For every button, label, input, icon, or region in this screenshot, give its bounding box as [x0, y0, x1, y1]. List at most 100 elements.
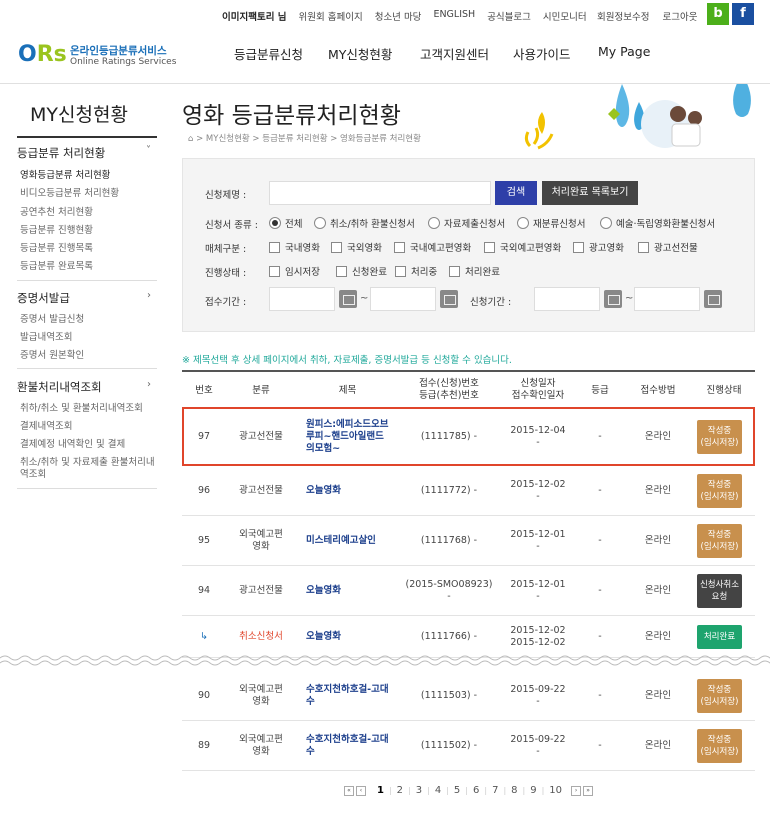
gnb-apply[interactable]: 등급분류신청 [234, 44, 303, 63]
recv-start-input[interactable] [269, 287, 335, 311]
site-logo[interactable]: ORs 온라인등급분류서비스 Online Ratings Services [18, 42, 178, 72]
first-page-button[interactable]: « [344, 785, 354, 796]
media-option[interactable]: 국내예고편영화 [394, 240, 471, 254]
lnb-item-refund[interactable]: 취하/취소 및 환불처리내역조회 [20, 400, 143, 414]
lnb-item-cert-history[interactable]: 발급내역조회 [20, 329, 72, 343]
lnb-item-video[interactable]: 비디오등급분류 처리현황 [20, 185, 119, 199]
th-category: 분류 [252, 385, 270, 396]
lnb-title: MY신청현황 [30, 104, 128, 126]
option-label: 예술·독립영화환불신청서 [616, 219, 716, 230]
lnb-item-progress-list[interactable]: 등급분류 진행목록 [20, 240, 93, 254]
name-input[interactable] [269, 181, 491, 205]
cell-method: 온라인 [644, 740, 672, 751]
lnb-item-perf[interactable]: 공연추천 처리현황 [20, 204, 93, 218]
media-option[interactable]: 광고선전물 [638, 240, 698, 254]
th-title: 제목 [338, 385, 357, 396]
page-number[interactable]: 1 [377, 785, 384, 796]
status-badge[interactable]: 작성중 (임시저장) [697, 679, 742, 713]
calendar-icon[interactable] [440, 290, 458, 308]
monitor-link[interactable]: 시민모니터 [543, 9, 587, 23]
media-option[interactable]: 국외예고편영화 [484, 240, 561, 254]
lnb-section-cert[interactable]: 증명서발급 › [17, 290, 157, 306]
page-number[interactable]: 2 [397, 785, 403, 796]
lnb-section-rating[interactable]: 등급분류 처리현황 ˅ [17, 145, 157, 161]
apply-end-input[interactable] [634, 287, 700, 311]
cell-title[interactable]: 오늘영화 [306, 631, 409, 643]
committee-home-link[interactable]: 위원회 홈페이지 [299, 9, 363, 23]
page-separator: | [427, 786, 430, 795]
youth-link[interactable]: 청소년 마당 [375, 9, 422, 23]
cell-title[interactable]: 오늘영화 [306, 585, 409, 597]
lnb-section-refund[interactable]: 환불처리내역조회 › [17, 379, 157, 395]
page-number[interactable]: 6 [473, 785, 479, 796]
status-badge[interactable]: 처리완료 [697, 625, 742, 649]
cell-num: (1111766) - [420, 631, 478, 642]
lnb-item-cert-apply[interactable]: 증명서 발급신청 [20, 311, 84, 325]
page-number[interactable]: 8 [511, 785, 517, 796]
lnb-item-payment[interactable]: 결제내역조회 [20, 418, 72, 432]
lnb-item-submit-refund-cont[interactable]: 역조회 [20, 466, 46, 480]
gnb-my-status[interactable]: MY신청현황 [328, 44, 392, 63]
type-option-all[interactable]: 전체 [269, 216, 302, 230]
search-button[interactable]: 검색 [495, 181, 537, 205]
prev-page-button[interactable]: ‹ [356, 785, 366, 796]
lnb-item-movie[interactable]: 영화등급분류 처리현황 [20, 167, 110, 181]
page-number[interactable]: 5 [454, 785, 460, 796]
cell-method: 온라인 [644, 631, 672, 642]
media-option[interactable]: 국내영화 [269, 240, 320, 254]
table-row: 94 광고선전물 오늘영화 (2015-SMO08923) - 2015-12-01 -… [182, 566, 755, 616]
page-number[interactable]: 3 [416, 785, 422, 796]
status-option[interactable]: 신청완료 [336, 264, 387, 278]
radio-icon [269, 217, 281, 229]
english-link[interactable]: ENGLISH [433, 9, 475, 23]
facebook-icon[interactable]: f [732, 3, 754, 25]
radio-icon [600, 217, 612, 229]
blog-link[interactable]: 공식블로그 [487, 9, 531, 23]
recv-end-input[interactable] [370, 287, 436, 311]
status-badge[interactable]: 작성중 (임시저장) [697, 729, 742, 763]
status-badge[interactable]: 작성중 (임시저장) [697, 524, 742, 558]
gnb-mypage[interactable]: My Page [598, 44, 650, 59]
gnb-guide[interactable]: 사용가이드 [513, 44, 571, 63]
cell-title[interactable]: 미스테리예고살인 [306, 535, 409, 547]
logout-link[interactable]: 로그아웃 [662, 12, 697, 23]
last-page-button[interactable]: » [583, 785, 594, 796]
checkbox-icon [331, 241, 342, 253]
status-badge[interactable]: 작성중 (임시저장) [697, 474, 742, 508]
gnb-support[interactable]: 고객지원센터 [420, 44, 489, 63]
apply-start-input[interactable] [534, 287, 600, 311]
lnb-item-done-list[interactable]: 등급분류 완료목록 [20, 258, 93, 272]
page-number[interactable]: 7 [492, 785, 498, 796]
calendar-icon[interactable] [704, 290, 722, 308]
status-option[interactable]: 처리중 [395, 264, 437, 278]
status-option[interactable]: 처리완료 [449, 264, 500, 278]
page-number[interactable]: 4 [435, 785, 441, 796]
page-number[interactable]: 10 [549, 785, 562, 796]
next-page-button[interactable]: › [571, 785, 582, 796]
media-option[interactable]: 광고영화 [573, 240, 624, 254]
lnb-item-pay-due[interactable]: 결제예정 내역확인 및 결제 [20, 436, 125, 450]
page-title: 영화 등급분류처리현황 [182, 103, 401, 129]
edit-member-link[interactable]: 회원정보수정 [597, 12, 649, 23]
cell-title[interactable]: 수호지천하호걸-고대 수 [306, 734, 409, 758]
calendar-icon[interactable] [339, 290, 357, 308]
type-option-cancel[interactable]: 취소/취하 환불신청서 [314, 216, 415, 230]
lnb-divider [17, 488, 157, 489]
media-option[interactable]: 국외영화 [331, 240, 382, 254]
type-option-reclass[interactable]: 재분류신청서 [517, 216, 585, 230]
cell-title[interactable]: 수호지천하호걸-고대 수 [306, 684, 409, 708]
status-badge[interactable]: 신청사취소 요청 [697, 574, 742, 608]
cell-no: 94 [197, 585, 211, 596]
type-option-art[interactable]: 예술·독립영화환불신청서 [600, 216, 715, 230]
logo-english: Online Ratings Services [70, 57, 177, 67]
page-number[interactable]: 9 [530, 785, 536, 796]
cell-title[interactable]: 오늘영화 [306, 485, 409, 497]
status-option[interactable]: 임시저장 [269, 264, 320, 278]
blog-icon[interactable]: b [707, 3, 729, 25]
type-option-submit[interactable]: 자료제출신청서 [428, 216, 505, 230]
status-label: 진행상태 : [205, 268, 247, 279]
lnb-item-cert-verify[interactable]: 증명서 원본확인 [20, 347, 84, 361]
lnb-item-progress[interactable]: 등급분류 진행현황 [20, 222, 93, 236]
done-list-button[interactable]: 처리완료 목록보기 [542, 181, 638, 205]
calendar-icon[interactable] [604, 290, 622, 308]
